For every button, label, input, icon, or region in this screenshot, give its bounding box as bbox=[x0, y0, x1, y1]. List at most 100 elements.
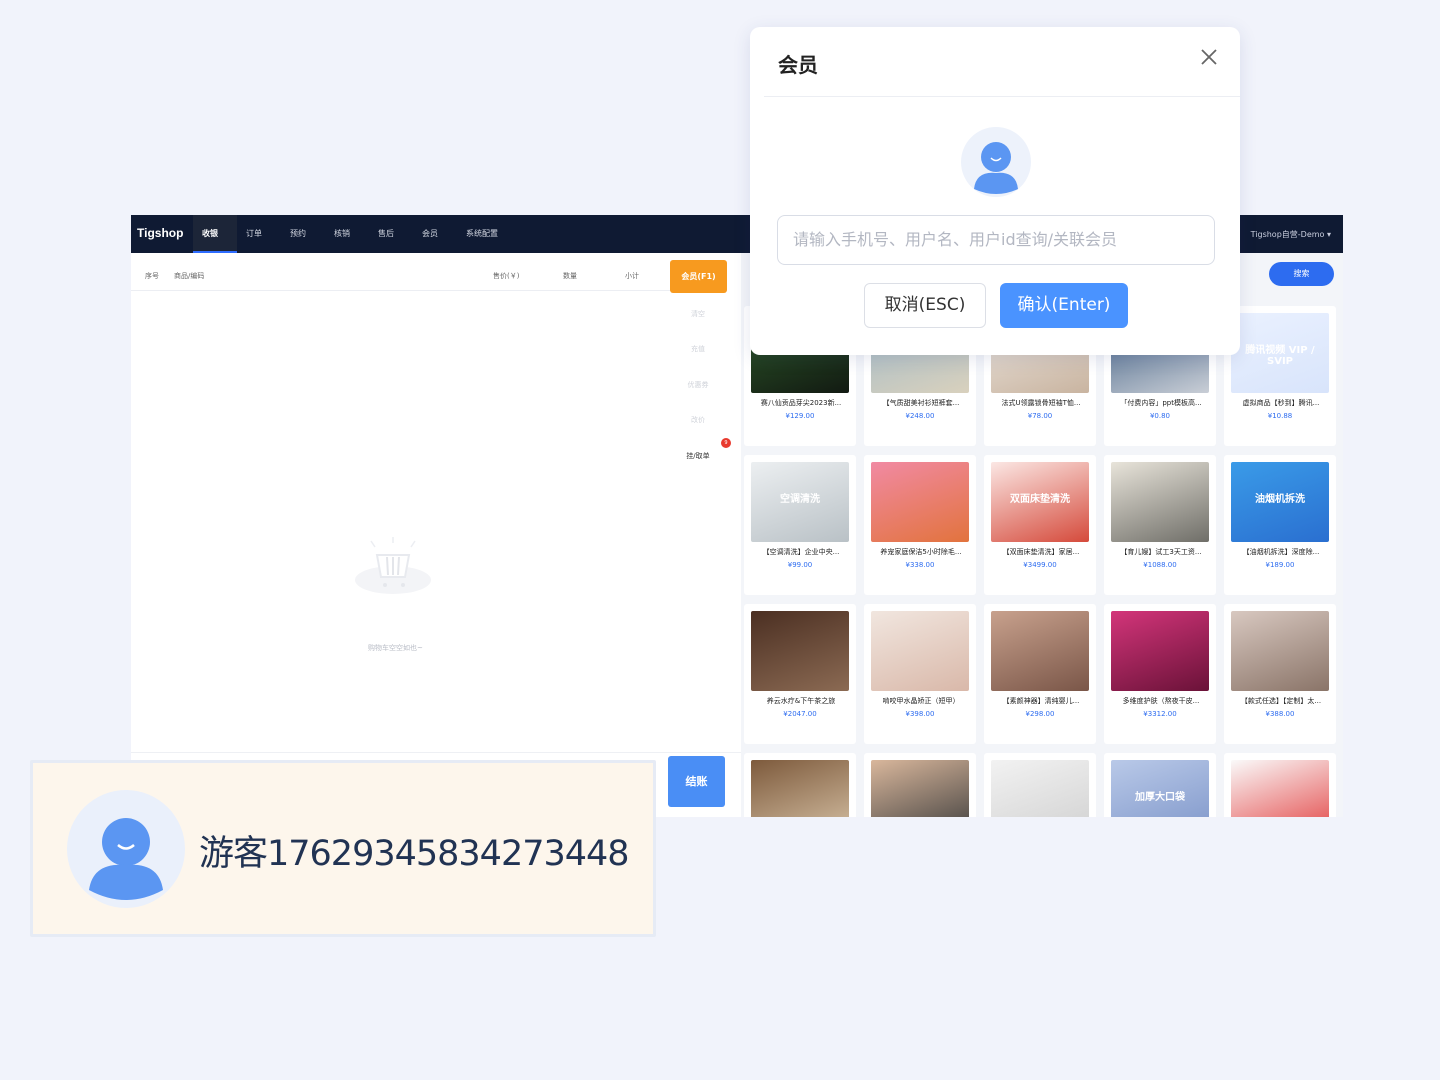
nav-item-aftersale[interactable]: 售后 bbox=[369, 215, 413, 253]
member-button[interactable]: 会员(F1) bbox=[670, 260, 727, 293]
product-card[interactable]: 养宠家庭保洁5小时除毛... ¥338.00 bbox=[864, 455, 976, 595]
product-price: ¥10.88 bbox=[1267, 412, 1293, 420]
product-price: ¥398.00 bbox=[905, 710, 935, 718]
product-image-text: 加厚大口袋 bbox=[1135, 792, 1185, 803]
product-image bbox=[871, 760, 969, 817]
product-image bbox=[871, 462, 969, 542]
nav-item-cashier[interactable]: 收银 bbox=[193, 215, 237, 253]
avatar-icon bbox=[961, 127, 1031, 197]
nav-item-settings[interactable]: 系统配置 bbox=[457, 215, 512, 253]
product-name: 【油烟机拆洗】深度除... bbox=[1242, 548, 1320, 556]
product-name: 【育儿嫂】试工3天工资... bbox=[1120, 548, 1202, 556]
logo: Tigshop bbox=[137, 226, 184, 240]
cart-empty-area: 购物车空空如也~ bbox=[131, 292, 661, 752]
product-image bbox=[751, 760, 849, 817]
product-card[interactable] bbox=[1224, 753, 1336, 817]
product-card[interactable]: 啃咬甲水晶矫正（短甲） ¥398.00 bbox=[864, 604, 976, 744]
nav-item-members[interactable]: 会员 bbox=[413, 215, 457, 253]
search-button[interactable]: 搜索 bbox=[1269, 262, 1334, 286]
product-card[interactable] bbox=[984, 753, 1096, 817]
product-card[interactable]: 空调清洗【空调清洗】企业中央... ¥99.00 bbox=[744, 455, 856, 595]
nav-item-verify[interactable]: 核销 bbox=[325, 215, 369, 253]
product-name: 法式U领露锁骨短袖T恤... bbox=[1001, 399, 1081, 407]
nav-item-booking[interactable]: 预约 bbox=[281, 215, 325, 253]
product-name: 「付费内容」ppt模板高... bbox=[1120, 399, 1202, 407]
product-price: ¥189.00 bbox=[1265, 561, 1295, 569]
product-image-text: 空调清洗 bbox=[780, 494, 820, 505]
product-image: 双面床垫清洗 bbox=[991, 462, 1089, 542]
product-name: 啃咬甲水晶矫正（短甲） bbox=[882, 697, 960, 705]
change-price-button[interactable]: 改价 bbox=[675, 406, 721, 434]
product-card[interactable]: 【育儿嫂】试工3天工资... ¥1088.00 bbox=[1104, 455, 1216, 595]
product-name: 【双面床垫清洗】家居... bbox=[1002, 548, 1080, 556]
cancel-button[interactable]: 取消(ESC) bbox=[864, 283, 986, 328]
product-name: 【气质甜美衬衫短裤套... bbox=[882, 399, 960, 407]
col-subtotal: 小计 bbox=[625, 272, 639, 280]
nav-item-orders[interactable]: 订单 bbox=[237, 215, 281, 253]
store-selector[interactable]: Tigshop自营-Demo ▾ bbox=[1251, 229, 1331, 240]
hold-order-button[interactable]: 挂/取单 bbox=[675, 442, 721, 470]
product-price: ¥0.80 bbox=[1149, 412, 1171, 420]
main-nav: 收银 订单 预约 核销 售后 会员 系统配置 bbox=[193, 215, 512, 253]
product-card[interactable]: 油烟机拆洗【油烟机拆洗】深度除... ¥189.00 bbox=[1224, 455, 1336, 595]
product-image: 腾讯视频 VIP / SVIP bbox=[1231, 313, 1329, 393]
guest-member-card: 游客17629345834273448 bbox=[30, 760, 656, 937]
product-card[interactable]: 加厚大口袋 bbox=[1104, 753, 1216, 817]
product-card[interactable] bbox=[864, 753, 976, 817]
product-price: ¥3312.00 bbox=[1143, 710, 1177, 718]
product-image: 油烟机拆洗 bbox=[1231, 462, 1329, 542]
product-card[interactable]: 双面床垫清洗【双面床垫清洗】家居... ¥3499.00 bbox=[984, 455, 1096, 595]
product-price: ¥338.00 bbox=[905, 561, 935, 569]
product-price: ¥1088.00 bbox=[1143, 561, 1177, 569]
clear-button[interactable]: 清空 bbox=[675, 300, 721, 328]
col-index: 序号 bbox=[145, 272, 159, 280]
product-card[interactable]: 多维度护肤（熬夜干皮... ¥3312.00 bbox=[1104, 604, 1216, 744]
product-card[interactable] bbox=[744, 753, 856, 817]
product-image bbox=[751, 611, 849, 691]
product-image bbox=[991, 611, 1089, 691]
col-product: 商品/编码 bbox=[174, 272, 205, 280]
product-card[interactable]: 【素颜神器】清纯婴儿... ¥298.00 bbox=[984, 604, 1096, 744]
product-price: ¥2047.00 bbox=[783, 710, 817, 718]
empty-cart-icon bbox=[355, 537, 431, 594]
product-image bbox=[871, 611, 969, 691]
product-image-text: 双面床垫清洗 bbox=[1010, 494, 1070, 505]
product-name: 虚拟商品【秒到】腾讯... bbox=[1242, 399, 1320, 407]
col-price: 售价(￥) bbox=[493, 272, 520, 280]
product-image-text: 腾讯视频 VIP / SVIP bbox=[1245, 345, 1315, 367]
product-price: ¥99.00 bbox=[787, 561, 813, 569]
cart-table-header: 序号 商品/编码 售价(￥) 数量 小计 bbox=[131, 253, 671, 291]
product-price: ¥3499.00 bbox=[1023, 561, 1057, 569]
product-price: ¥388.00 bbox=[1265, 710, 1295, 718]
confirm-button[interactable]: 确认(Enter) bbox=[1000, 283, 1128, 328]
product-image: 加厚大口袋 bbox=[1111, 760, 1209, 817]
product-name: 养云水疗&下午茶之旅 bbox=[766, 697, 836, 705]
product-price: ¥298.00 bbox=[1025, 710, 1055, 718]
product-name: 【款式任选】【定制】太... bbox=[1240, 697, 1322, 705]
product-image bbox=[991, 760, 1089, 817]
product-price: ¥129.00 bbox=[785, 412, 815, 420]
product-card[interactable]: 养云水疗&下午茶之旅 ¥2047.00 bbox=[744, 604, 856, 744]
product-price: ¥78.00 bbox=[1027, 412, 1053, 420]
coupon-button[interactable]: 优惠券 bbox=[675, 371, 721, 399]
dialog-title: 会员 bbox=[778, 53, 818, 77]
hold-count-badge: 9 bbox=[721, 438, 731, 448]
product-card[interactable]: 腾讯视频 VIP / SVIP 虚拟商品【秒到】腾讯... ¥10.88 bbox=[1224, 306, 1336, 446]
product-image bbox=[1111, 462, 1209, 542]
guest-avatar-icon bbox=[67, 790, 185, 908]
close-icon[interactable] bbox=[1197, 45, 1221, 69]
product-image bbox=[1231, 611, 1329, 691]
member-search-input[interactable]: 请输入手机号、用户名、用户id查询/关联会员 bbox=[777, 215, 1215, 265]
member-dialog: 会员 请输入手机号、用户名、用户id查询/关联会员 取消(ESC) 确认(Ent… bbox=[750, 27, 1240, 355]
product-image bbox=[1111, 611, 1209, 691]
product-card[interactable]: 【款式任选】【定制】太... ¥388.00 bbox=[1224, 604, 1336, 744]
product-name: 【素颜神器】清纯婴儿... bbox=[1002, 697, 1080, 705]
guest-name: 游客17629345834273448 bbox=[199, 834, 630, 874]
product-name: 赛八仙贡品芽尖2023新... bbox=[760, 399, 842, 407]
product-name: 养宠家庭保洁5小时除毛... bbox=[880, 548, 962, 556]
product-price: ¥248.00 bbox=[905, 412, 935, 420]
recharge-button[interactable]: 充值 bbox=[675, 335, 721, 363]
checkout-button[interactable]: 结账 bbox=[668, 756, 725, 807]
product-name: 【空调清洗】企业中央... bbox=[762, 548, 840, 556]
product-image-text: 油烟机拆洗 bbox=[1255, 494, 1305, 505]
